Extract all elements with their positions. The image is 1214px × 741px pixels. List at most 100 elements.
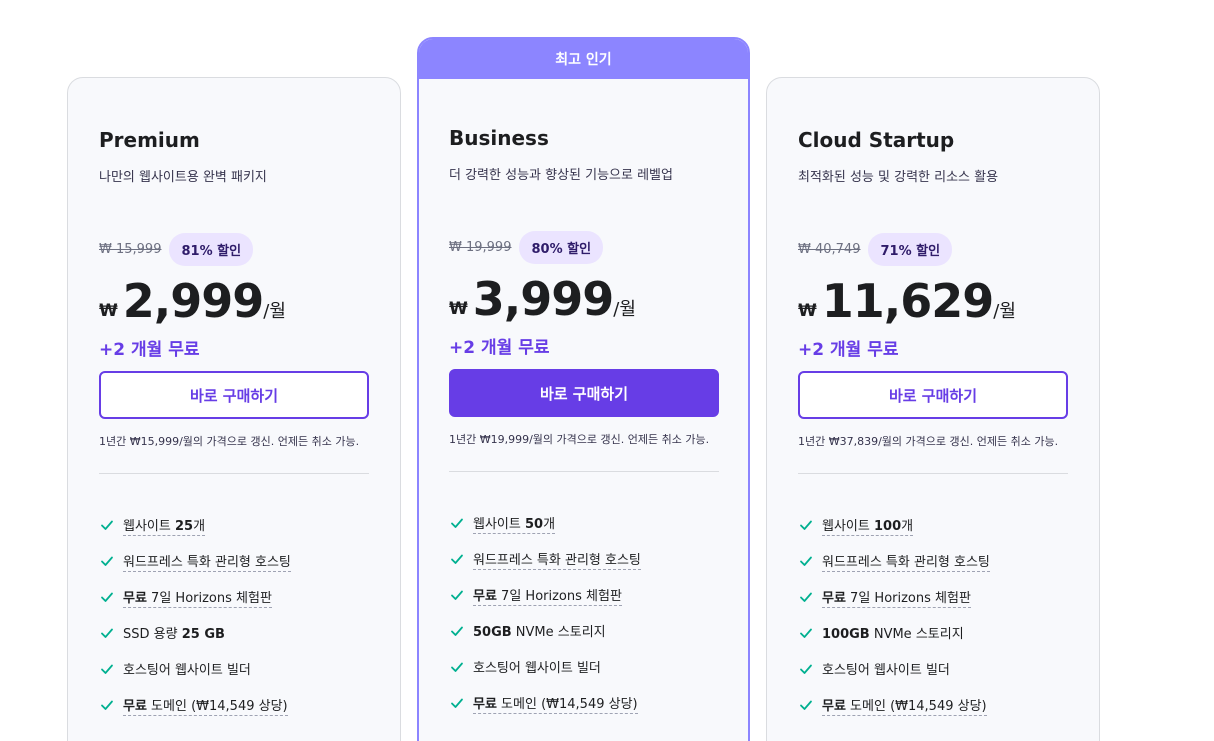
feature-list: 웹사이트 50개워드프레스 특화 관리형 호스팅무료 7일 Horizons 체… xyxy=(449,505,718,721)
check-icon xyxy=(800,556,812,566)
check-icon xyxy=(451,518,463,528)
check-icon xyxy=(101,556,113,566)
check-icon xyxy=(800,592,812,602)
feature-item: 워드프레스 특화 관리형 호스팅 xyxy=(99,543,369,579)
feature-text-bold: 100 xyxy=(873,518,902,534)
feature-item: 호스팅어 웹사이트 빌더 xyxy=(798,651,1068,687)
price: ₩ 11,629 /월 xyxy=(798,275,1068,327)
feature-item: 무료 7일 Horizons 체험판 xyxy=(798,579,1068,615)
feature-text: 무료 도메인 (₩14,549 상당) xyxy=(473,693,638,714)
feature-text-part: 개 xyxy=(901,518,914,534)
check-icon xyxy=(451,626,463,636)
feature-item: 무료 도메인 (₩14,549 상당) xyxy=(449,685,718,721)
feature-text: 무료 도메인 (₩14,549 상당) xyxy=(822,695,987,716)
feature-text-bold: 무료 xyxy=(473,696,497,712)
check-icon xyxy=(101,700,113,710)
feature-item: 웹사이트 50개 xyxy=(449,505,718,541)
feature-item: 웹사이트 100개 xyxy=(798,507,1068,543)
bonus-months: +2 개월 무료 xyxy=(798,340,899,360)
renewal-note: 1년간 ₩15,999/월의 가격으로 갱신. 언제든 취소 가능. xyxy=(99,435,360,448)
buy-now-button[interactable]: 바로 구매하기 xyxy=(99,371,369,419)
most-popular-badge: 최고 인기 xyxy=(419,39,748,79)
feature-text: 웹사이트 100개 xyxy=(822,515,914,536)
original-price: ₩ 15,999 xyxy=(99,241,162,257)
feature-item: 무료 7일 Horizons 체험판 xyxy=(449,577,718,613)
feature-text: 워드프레스 특화 관리형 호스팅 xyxy=(473,549,641,570)
renewal-note: 1년간 ₩19,999/월의 가격으로 갱신. 언제든 취소 가능. xyxy=(449,433,710,446)
feature-text-part: SSD 용량 xyxy=(123,627,182,642)
feature-text: 50GB NVMe 스토리지 xyxy=(473,621,606,641)
currency-symbol: ₩ xyxy=(449,299,468,319)
price-amount: 11,629 xyxy=(821,274,995,328)
buy-now-button[interactable]: 바로 구매하기 xyxy=(798,371,1068,419)
feature-text-part: 개 xyxy=(543,516,556,532)
feature-text-part: 도메인 (₩14,549 상당) xyxy=(496,696,638,712)
feature-text-part: 호스팅어 웹사이트 빌더 xyxy=(473,661,601,676)
price-amount: 3,999 xyxy=(472,272,615,326)
feature-item: 호스팅어 웹사이트 빌더 xyxy=(449,649,718,685)
plan-name: Business xyxy=(449,126,549,150)
buy-now-button[interactable]: 바로 구매하기 xyxy=(449,369,719,417)
feature-text: SSD 용량 25 GB xyxy=(123,623,225,643)
feature-text: 웹사이트 50개 xyxy=(473,513,556,534)
feature-item: 100GB NVMe 스토리지 xyxy=(798,615,1068,651)
feature-text: 호스팅어 웹사이트 빌더 xyxy=(822,659,950,679)
feature-item: 호스팅어 웹사이트 빌더 xyxy=(99,651,369,687)
feature-item: 워드프레스 특화 관리형 호스팅 xyxy=(798,543,1068,579)
feature-text: 무료 도메인 (₩14,549 상당) xyxy=(123,695,288,716)
feature-text: 무료 7일 Horizons 체험판 xyxy=(822,587,971,608)
feature-text: 호스팅어 웹사이트 빌더 xyxy=(123,659,251,679)
feature-list: 웹사이트 100개워드프레스 특화 관리형 호스팅무료 7일 Horizons … xyxy=(798,507,1068,723)
bonus-months: +2 개월 무료 xyxy=(449,338,550,358)
feature-text-part: 도메인 (₩14,549 상당) xyxy=(146,698,288,714)
price-period: /월 xyxy=(993,301,1016,322)
feature-text-bold: 무료 xyxy=(822,590,846,606)
renewal-note: 1년간 ₩37,839/월의 가격으로 갱신. 언제든 취소 가능. xyxy=(798,435,1059,448)
discount-badge: 80% 할인 xyxy=(519,230,604,264)
feature-text-part: 7일 Horizons 체험판 xyxy=(496,588,622,604)
discount-badge: 71% 할인 xyxy=(868,232,953,266)
feature-text: 무료 7일 Horizons 체험판 xyxy=(123,587,272,608)
feature-text-bold: 무료 xyxy=(123,590,147,606)
price: ₩ 3,999 /월 xyxy=(449,273,718,325)
feature-text-bold: 25 xyxy=(174,518,194,534)
feature-item: 50GB NVMe 스토리지 xyxy=(449,613,718,649)
divider xyxy=(449,471,719,472)
price-period: /월 xyxy=(613,299,636,320)
feature-text-part: 7일 Horizons 체험판 xyxy=(146,590,272,606)
plan-card-business: 최고 인기 Business 더 강력한 성능과 향상된 기능으로 레벨업 ₩ … xyxy=(417,37,750,741)
currency-symbol: ₩ xyxy=(798,301,817,321)
feature-item: 워드프레스 특화 관리형 호스팅 xyxy=(449,541,718,577)
feature-item: SSD 용량 25 GB xyxy=(99,615,369,651)
bonus-months: +2 개월 무료 xyxy=(99,340,200,360)
check-icon xyxy=(800,628,812,638)
feature-text: 워드프레스 특화 관리형 호스팅 xyxy=(123,551,291,572)
check-icon xyxy=(451,662,463,672)
feature-text-part: 호스팅어 웹사이트 빌더 xyxy=(822,663,950,678)
feature-text-part: 7일 Horizons 체험판 xyxy=(845,590,971,606)
check-icon xyxy=(451,554,463,564)
feature-item: 무료 도메인 (₩14,549 상당) xyxy=(798,687,1068,723)
feature-text: 호스팅어 웹사이트 빌더 xyxy=(473,657,601,677)
plan-description: 나만의 웹사이트용 완벽 패키지 xyxy=(99,170,267,185)
feature-text-bold: 무료 xyxy=(473,588,497,604)
divider xyxy=(798,473,1068,474)
price-period: /월 xyxy=(263,301,286,322)
feature-text-part: 웹사이트 xyxy=(822,518,874,534)
feature-text-part: NVMe 스토리지 xyxy=(511,625,606,640)
feature-text-bold: 25 GB xyxy=(181,627,225,642)
original-price: ₩ 19,999 xyxy=(449,239,512,255)
price: ₩ 2,999 /월 xyxy=(99,275,369,327)
plan-name: Premium xyxy=(99,128,200,152)
discount-badge: 81% 할인 xyxy=(169,232,254,266)
feature-text-bold: 100GB xyxy=(822,627,870,642)
feature-text: 100GB NVMe 스토리지 xyxy=(822,623,964,643)
feature-text-part: 웹사이트 xyxy=(123,518,175,534)
feature-text-part: 웹사이트 xyxy=(473,516,525,532)
feature-item: 웹사이트 25개 xyxy=(99,507,369,543)
divider xyxy=(99,473,369,474)
feature-text-part: 개 xyxy=(193,518,206,534)
check-icon xyxy=(451,698,463,708)
feature-text: 무료 7일 Horizons 체험판 xyxy=(473,585,622,606)
price-amount: 2,999 xyxy=(122,274,265,328)
